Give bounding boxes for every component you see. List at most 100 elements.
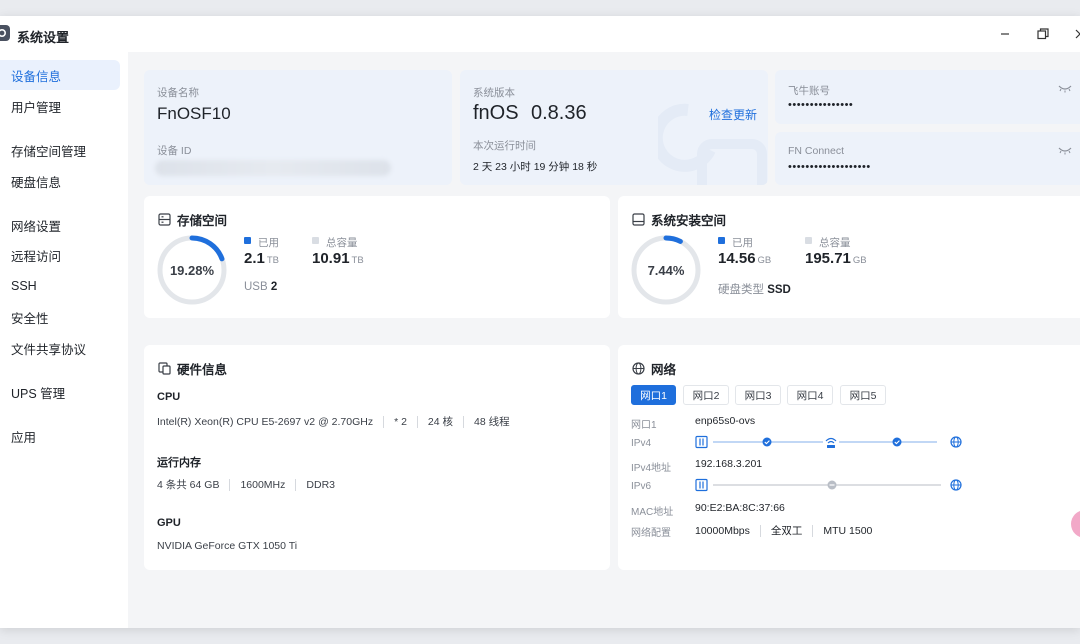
uptime-value: 2 天 23 小时 19 分钟 18 秒 (473, 161, 598, 173)
cpu-count: * 2 (394, 415, 407, 428)
ipv4-address-value: 192.168.3.201 (695, 458, 763, 470)
ipv4-topology (695, 435, 963, 449)
sidebar-item-remote-access[interactable]: 远程访问 (0, 240, 120, 270)
sidebar-item-label: UPS 管理 (11, 386, 66, 401)
minimize-icon (1001, 33, 1009, 35)
system-disk-total: 195.71 GB (805, 250, 867, 268)
gear-icon (0, 25, 10, 41)
cpu-model: Intel(R) Xeon(R) CPU E5-2697 v2 @ 2.70GH… (157, 415, 374, 428)
ram-label: 运行内存 (157, 457, 201, 469)
tab-port-4[interactable]: 网口4 (787, 385, 833, 405)
cpu-label: CPU (157, 391, 181, 403)
tab-port-5[interactable]: 网口5 (840, 385, 886, 405)
used-legend-swatch (718, 237, 725, 244)
tab-port-1[interactable]: 网口1 (631, 385, 676, 405)
cpu-cores: 24 核 (427, 416, 454, 428)
window-title: 系统设置 (17, 30, 70, 45)
device-name-label: 设备名称 (157, 87, 199, 99)
restore-icon (1037, 28, 1049, 40)
ram-type: DDR3 (306, 478, 335, 491)
storage-icon (158, 213, 171, 226)
sidebar-item-label: 用户管理 (11, 100, 62, 115)
globe-icon (632, 362, 645, 375)
sidebar-item-file-sharing[interactable]: 文件共享协议 (0, 333, 120, 363)
system-disk-used: 14.56 GB (718, 250, 771, 268)
eye-closed-icon[interactable] (1058, 85, 1072, 93)
usb-value: 2 (270, 281, 278, 293)
sidebar-item-label: 网络设置 (11, 219, 62, 234)
fei-account-value: ••••••••••••••• (788, 99, 854, 111)
device-card: 设备名称 FnOSF10 设备 ID (144, 70, 452, 185)
mac-value: 90:E2:BA:8C:37:66 (695, 502, 785, 514)
sidebar-item-label: 安全性 (11, 311, 49, 326)
minimize-button[interactable] (995, 24, 1015, 44)
hardware-title-text: 硬件信息 (177, 363, 228, 377)
main-content: 设备名称 FnOSF10 设备 ID 系统版本 fnOS 0.8.36 检查更新… (128, 52, 1080, 628)
tab-port-2[interactable]: 网口2 (683, 385, 729, 405)
ipv4-label: IPv4 (631, 438, 652, 449)
system-disk-used-value: 14.56 (718, 250, 756, 267)
storage-title-text: 存储空间 (177, 214, 228, 228)
storage-total: 10.91 TB (312, 250, 364, 268)
storage-percent: 19.28% (169, 263, 215, 278)
sidebar-item-device-info[interactable]: 设备信息 (0, 60, 120, 90)
system-disk-total-value: 195.71 (805, 250, 851, 267)
sidebar-item-label: 文件共享协议 (11, 342, 87, 357)
disk-icon (632, 213, 645, 226)
sidebar-item-apps[interactable]: 应用 (0, 421, 120, 451)
sidebar-item-label: 远程访问 (11, 249, 62, 264)
system-disk-title: 系统安装空间 (632, 210, 726, 229)
device-name-value: FnOSF10 (157, 104, 231, 123)
network-title: 网络 (632, 359, 676, 378)
mtu-value: MTU 1500 (823, 524, 873, 537)
device-id-label: 设备 ID (157, 145, 192, 157)
cpu-threads: 48 线程 (474, 416, 510, 428)
system-disk-card: 系统安装空间 7.44% 已用 14.56 GB 总容量 195.71 GB 硬盘类… (618, 196, 1080, 318)
sidebar-item-label: 应用 (11, 430, 37, 445)
check-update-link[interactable]: 检查更新 (709, 106, 757, 123)
fei-account-label: 飞牛账号 (788, 85, 830, 97)
sidebar-item-network-settings[interactable]: 网络设置 (0, 210, 120, 240)
port-value: enp65s0-ovs (695, 415, 756, 427)
ipv4-address-label: IPv4地址 (631, 463, 672, 474)
hardware-icon (158, 362, 171, 375)
sidebar-item-storage-manager[interactable]: 存储空间管理 (0, 135, 120, 165)
sidebar-item-users[interactable]: 用户管理 (0, 91, 120, 121)
storage-card: 存储空间 19.28% 已用 2.1 TB 总容量 10.91 TB USB 2 (144, 196, 610, 318)
close-icon (1075, 29, 1080, 39)
tab-port-3[interactable]: 网口3 (735, 385, 781, 405)
system-disk-total-unit: GB (852, 255, 867, 266)
device-id-redacted (155, 160, 391, 176)
network-title-text: 网络 (651, 363, 677, 377)
system-name: fnOS (473, 102, 519, 124)
system-disk-used-label: 已用 (732, 237, 753, 249)
network-config-value: 10000Mbps 全双工 MTU 1500 (695, 523, 872, 538)
ram-size: 4 条共 64 GB (157, 479, 220, 491)
sidebar-item-ssh[interactable]: SSH (0, 271, 120, 301)
gpu-details: NVIDIA GeForce GTX 1050 Ti (157, 540, 297, 552)
network-card: 网络 网口1 网口2 网口3 网口4 网口5 网口1 enp65s0-ovs I… (618, 345, 1080, 570)
system-disk-total-label: 总容量 (819, 237, 851, 249)
system-version-label: 系统版本 (473, 87, 515, 99)
link-speed: 10000Mbps (695, 524, 750, 537)
storage-total-value: 10.91 (312, 250, 350, 267)
sidebar-item-ups[interactable]: UPS 管理 (0, 377, 120, 407)
sidebar-item-label: 硬盘信息 (11, 175, 62, 190)
maximize-button[interactable] (1033, 24, 1053, 44)
sidebar-item-disk-info[interactable]: 硬盘信息 (0, 166, 120, 196)
system-disk-title-text: 系统安装空间 (651, 214, 727, 228)
usb-info: USB 2 (244, 281, 277, 293)
storage-used: 2.1 TB (244, 250, 279, 268)
sidebar-item-label: 设备信息 (11, 69, 62, 84)
sidebar-item-label: SSH (11, 279, 37, 293)
sidebar: 设备信息 用户管理 存储空间管理 硬盘信息 网络设置 远程访问 SSH 安全性 … (0, 52, 128, 628)
cpu-details: Intel(R) Xeon(R) CPU E5-2697 v2 @ 2.70GH… (157, 414, 510, 429)
ram-speed: 1600MHz (240, 478, 286, 491)
used-legend-swatch (244, 237, 251, 244)
eye-closed-icon[interactable] (1058, 147, 1072, 155)
close-button[interactable] (1070, 24, 1080, 44)
fn-connect-label: FN Connect (788, 145, 845, 157)
disk-type-info: 硬盘类型 SSD (718, 281, 791, 297)
title-bar: 系统设置 (0, 16, 1080, 52)
sidebar-item-security[interactable]: 安全性 (0, 302, 120, 332)
